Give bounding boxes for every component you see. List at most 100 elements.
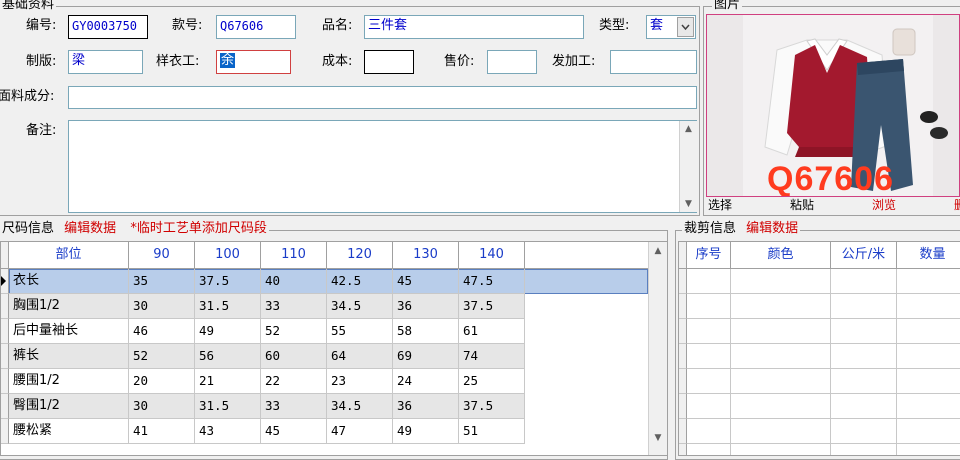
cut-empty-cell[interactable] [687, 444, 731, 455]
size-value-cell[interactable]: 56 [195, 344, 261, 369]
size-column-header[interactable]: 90 [129, 242, 195, 269]
table-row[interactable]: 胸围1/2 30 31.5 33 34.5 36 37.5 [9, 294, 648, 319]
row-selector[interactable] [1, 419, 9, 444]
size-edit-data-link[interactable]: 编辑数据 [64, 221, 116, 236]
size-column-header[interactable]: 部位 [9, 242, 129, 269]
size-value-cell[interactable]: 41 [129, 419, 195, 444]
cut-empty-cell[interactable] [831, 419, 897, 444]
product-photo[interactable]: Q67606 [706, 14, 960, 197]
size-part-cell[interactable]: 胸围1/2 [9, 294, 129, 319]
size-value-cell[interactable]: 52 [261, 319, 327, 344]
row-selector[interactable] [679, 444, 687, 455]
size-part-cell[interactable]: 腰松紧 [9, 419, 129, 444]
cut-empty-cell[interactable] [731, 319, 831, 344]
size-value-cell[interactable]: 55 [327, 319, 393, 344]
size-part-cell[interactable]: 后中量袖长 [9, 319, 129, 344]
size-value-cell[interactable]: 45 [261, 419, 327, 444]
price-field[interactable] [487, 50, 537, 74]
size-value-cell[interactable]: 24 [393, 369, 459, 394]
row-selector[interactable] [679, 319, 687, 344]
size-value-cell[interactable]: 22 [261, 369, 327, 394]
size-value-cell[interactable]: 25 [459, 369, 525, 394]
size-part-cell[interactable]: 裤长 [9, 344, 129, 369]
size-part-cell[interactable]: 腰围1/2 [9, 369, 129, 394]
cut-empty-cell[interactable] [687, 344, 731, 369]
size-value-cell[interactable]: 45 [393, 269, 459, 294]
size-value-cell[interactable]: 52 [129, 344, 195, 369]
remark-scrollbar[interactable]: ▲ ▼ [679, 121, 697, 212]
outsource-field[interactable] [610, 50, 697, 74]
size-value-cell[interactable]: 20 [129, 369, 195, 394]
size-value-cell[interactable]: 30 [129, 294, 195, 319]
size-value-cell[interactable]: 60 [261, 344, 327, 369]
cut-empty-cell[interactable] [831, 444, 897, 455]
cut-empty-cell[interactable] [731, 269, 831, 294]
row-selector[interactable] [679, 344, 687, 369]
size-column-header[interactable]: 110 [261, 242, 327, 269]
row-selector[interactable] [679, 269, 687, 294]
sample-worker-field[interactable]: 余 [216, 50, 291, 74]
cut-column-header[interactable]: 序号 [687, 242, 731, 269]
size-value-cell[interactable]: 40 [261, 269, 327, 294]
table-row[interactable]: 裤长 52 56 60 64 69 74 [9, 344, 648, 369]
size-part-cell[interactable]: 衣长 [9, 269, 129, 294]
scroll-up-icon[interactable]: ▲ [680, 123, 697, 135]
cut-empty-cell[interactable] [897, 344, 960, 369]
cut-edit-data-link[interactable]: 编辑数据 [746, 221, 798, 236]
size-column-header[interactable]: 120 [327, 242, 393, 269]
table-row[interactable]: 腰松紧 41 43 45 47 49 51 [9, 419, 648, 444]
size-value-cell[interactable]: 47.5 [459, 269, 525, 294]
size-value-cell[interactable]: 61 [459, 319, 525, 344]
row-selector[interactable] [679, 394, 687, 419]
size-column-header[interactable]: 140 [459, 242, 525, 269]
cut-empty-cell[interactable] [831, 269, 897, 294]
code-field[interactable]: GY0003750 [68, 15, 148, 39]
product-name-field[interactable]: 三件套 [364, 15, 584, 39]
cut-empty-cell[interactable] [687, 369, 731, 394]
size-value-cell[interactable]: 49 [393, 419, 459, 444]
cut-empty-cell[interactable] [831, 319, 897, 344]
scroll-down-icon[interactable]: ▼ [680, 198, 697, 210]
cut-empty-cell[interactable] [897, 269, 960, 294]
cut-empty-cell[interactable] [897, 319, 960, 344]
scroll-up-icon[interactable]: ▲ [649, 245, 667, 257]
select-picture-button[interactable]: 选择 [708, 197, 732, 213]
size-value-cell[interactable]: 23 [327, 369, 393, 394]
cut-empty-cell[interactable] [831, 369, 897, 394]
size-value-cell[interactable]: 47 [327, 419, 393, 444]
cut-empty-cell[interactable] [897, 369, 960, 394]
size-value-cell[interactable]: 35 [129, 269, 195, 294]
cut-empty-cell[interactable] [831, 394, 897, 419]
cut-empty-cell[interactable] [831, 294, 897, 319]
cut-empty-cell[interactable] [687, 394, 731, 419]
size-column-header[interactable]: 130 [393, 242, 459, 269]
size-value-cell[interactable]: 34.5 [327, 394, 393, 419]
size-table-scrollbar[interactable]: ▲ ▼ [648, 242, 667, 455]
cut-empty-cell[interactable] [831, 344, 897, 369]
type-select[interactable]: 套 [646, 15, 696, 39]
pattern-maker-field[interactable]: 梁 [68, 50, 143, 74]
cut-empty-cell[interactable] [731, 394, 831, 419]
cut-empty-cell[interactable] [687, 319, 731, 344]
scroll-down-icon[interactable]: ▼ [649, 432, 667, 444]
paste-picture-button[interactable]: 粘贴 [790, 197, 814, 213]
chevron-down-icon[interactable] [677, 17, 694, 37]
row-selector[interactable] [1, 344, 9, 369]
row-selector[interactable] [679, 294, 687, 319]
delete-picture-button[interactable]: 删 [954, 197, 960, 213]
row-selector[interactable] [1, 269, 9, 294]
cut-column-header[interactable]: 公斤/米 [831, 242, 897, 269]
row-selector[interactable] [1, 319, 9, 344]
cut-empty-cell[interactable] [897, 294, 960, 319]
cut-column-header[interactable]: 数量 [897, 242, 960, 269]
cut-empty-cell[interactable] [897, 394, 960, 419]
size-value-cell[interactable]: 33 [261, 294, 327, 319]
size-value-cell[interactable]: 36 [393, 394, 459, 419]
size-value-cell[interactable]: 43 [195, 419, 261, 444]
cut-empty-cell[interactable] [897, 444, 960, 455]
size-value-cell[interactable]: 42.5 [327, 269, 393, 294]
cut-empty-cell[interactable] [687, 419, 731, 444]
row-selector[interactable] [679, 369, 687, 394]
cut-empty-cell[interactable] [731, 294, 831, 319]
row-selector[interactable] [1, 294, 9, 319]
